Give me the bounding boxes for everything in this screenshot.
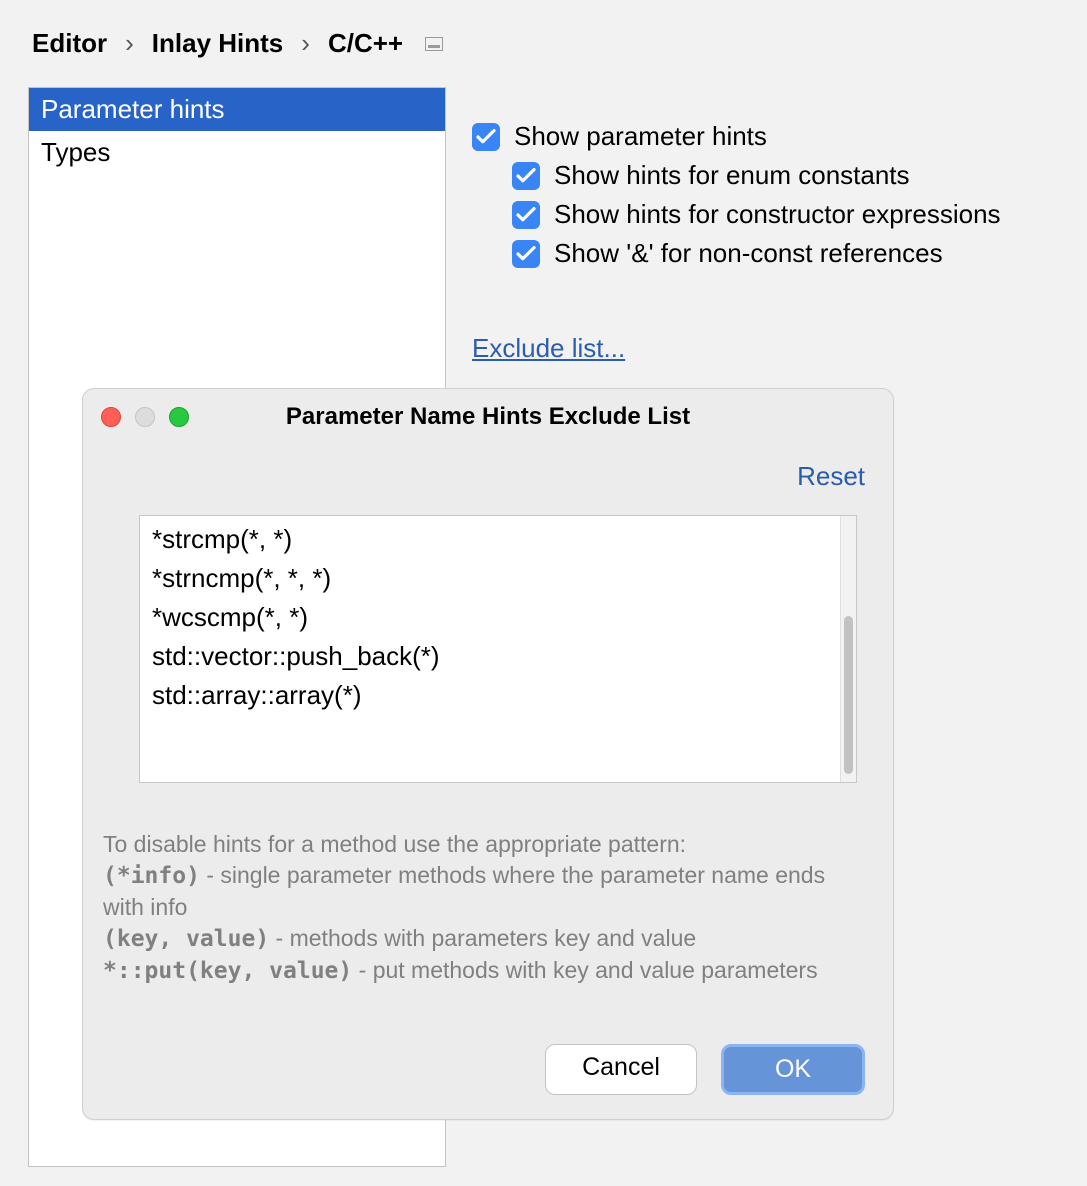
pattern-help-text: To disable hints for a method use the ap…	[103, 829, 863, 987]
option-label: Show hints for enum constants	[554, 160, 910, 191]
dialog-title: Parameter Name Hints Exclude List	[83, 403, 893, 431]
chevron-right-icon: ›	[125, 28, 134, 59]
cancel-button[interactable]: Cancel	[545, 1044, 697, 1095]
breadcrumb-editor[interactable]: Editor	[32, 28, 107, 59]
help-intro: To disable hints for a method use the ap…	[103, 829, 863, 860]
exclude-patterns-field-wrap	[139, 515, 857, 783]
scrollbar-track[interactable]	[840, 516, 856, 782]
exclude-list-link[interactable]: Exclude list...	[472, 333, 625, 364]
chevron-right-icon: ›	[301, 28, 310, 59]
option-show-parameter-hints[interactable]: Show parameter hints	[472, 121, 1087, 152]
breadcrumb: Editor › Inlay Hints › C/C++	[0, 0, 1087, 59]
reset-link[interactable]: Reset	[797, 461, 865, 492]
option-constructor-expressions[interactable]: Show hints for constructor expressions	[512, 199, 1087, 230]
help-example-code: (key, value)	[103, 926, 269, 952]
help-example-text: - put methods with key and value paramet…	[352, 957, 817, 983]
option-label: Show '&' for non-const references	[554, 238, 943, 269]
option-label: Show hints for constructor expressions	[554, 199, 1001, 230]
expand-settings-icon[interactable]	[425, 37, 443, 51]
dialog-button-row: Cancel OK	[545, 1044, 865, 1095]
exclude-list-dialog: Parameter Name Hints Exclude List Reset …	[82, 388, 894, 1120]
help-example-code: *::put(key, value)	[103, 958, 352, 984]
help-example-text: - methods with parameters key and value	[269, 925, 696, 951]
checkbox-icon[interactable]	[512, 162, 540, 190]
option-nonconst-references[interactable]: Show '&' for non-const references	[512, 238, 1087, 269]
dialog-titlebar: Parameter Name Hints Exclude List	[83, 389, 893, 445]
sidebar-item-types[interactable]: Types	[29, 131, 445, 174]
scrollbar-thumb[interactable]	[844, 616, 853, 774]
exclude-patterns-textarea[interactable]	[140, 516, 840, 782]
checkbox-icon[interactable]	[512, 201, 540, 229]
checkbox-icon[interactable]	[512, 240, 540, 268]
breadcrumb-language[interactable]: C/C++	[328, 28, 403, 59]
option-enum-constants[interactable]: Show hints for enum constants	[512, 160, 1087, 191]
option-label: Show parameter hints	[514, 121, 767, 152]
help-example-code: (*info)	[103, 863, 200, 889]
checkbox-icon[interactable]	[472, 123, 500, 151]
breadcrumb-inlay-hints[interactable]: Inlay Hints	[152, 28, 283, 59]
ok-button[interactable]: OK	[721, 1044, 865, 1095]
help-example-text: - single parameter methods where the par…	[103, 862, 825, 920]
sidebar-item-parameter-hints[interactable]: Parameter hints	[29, 88, 445, 131]
